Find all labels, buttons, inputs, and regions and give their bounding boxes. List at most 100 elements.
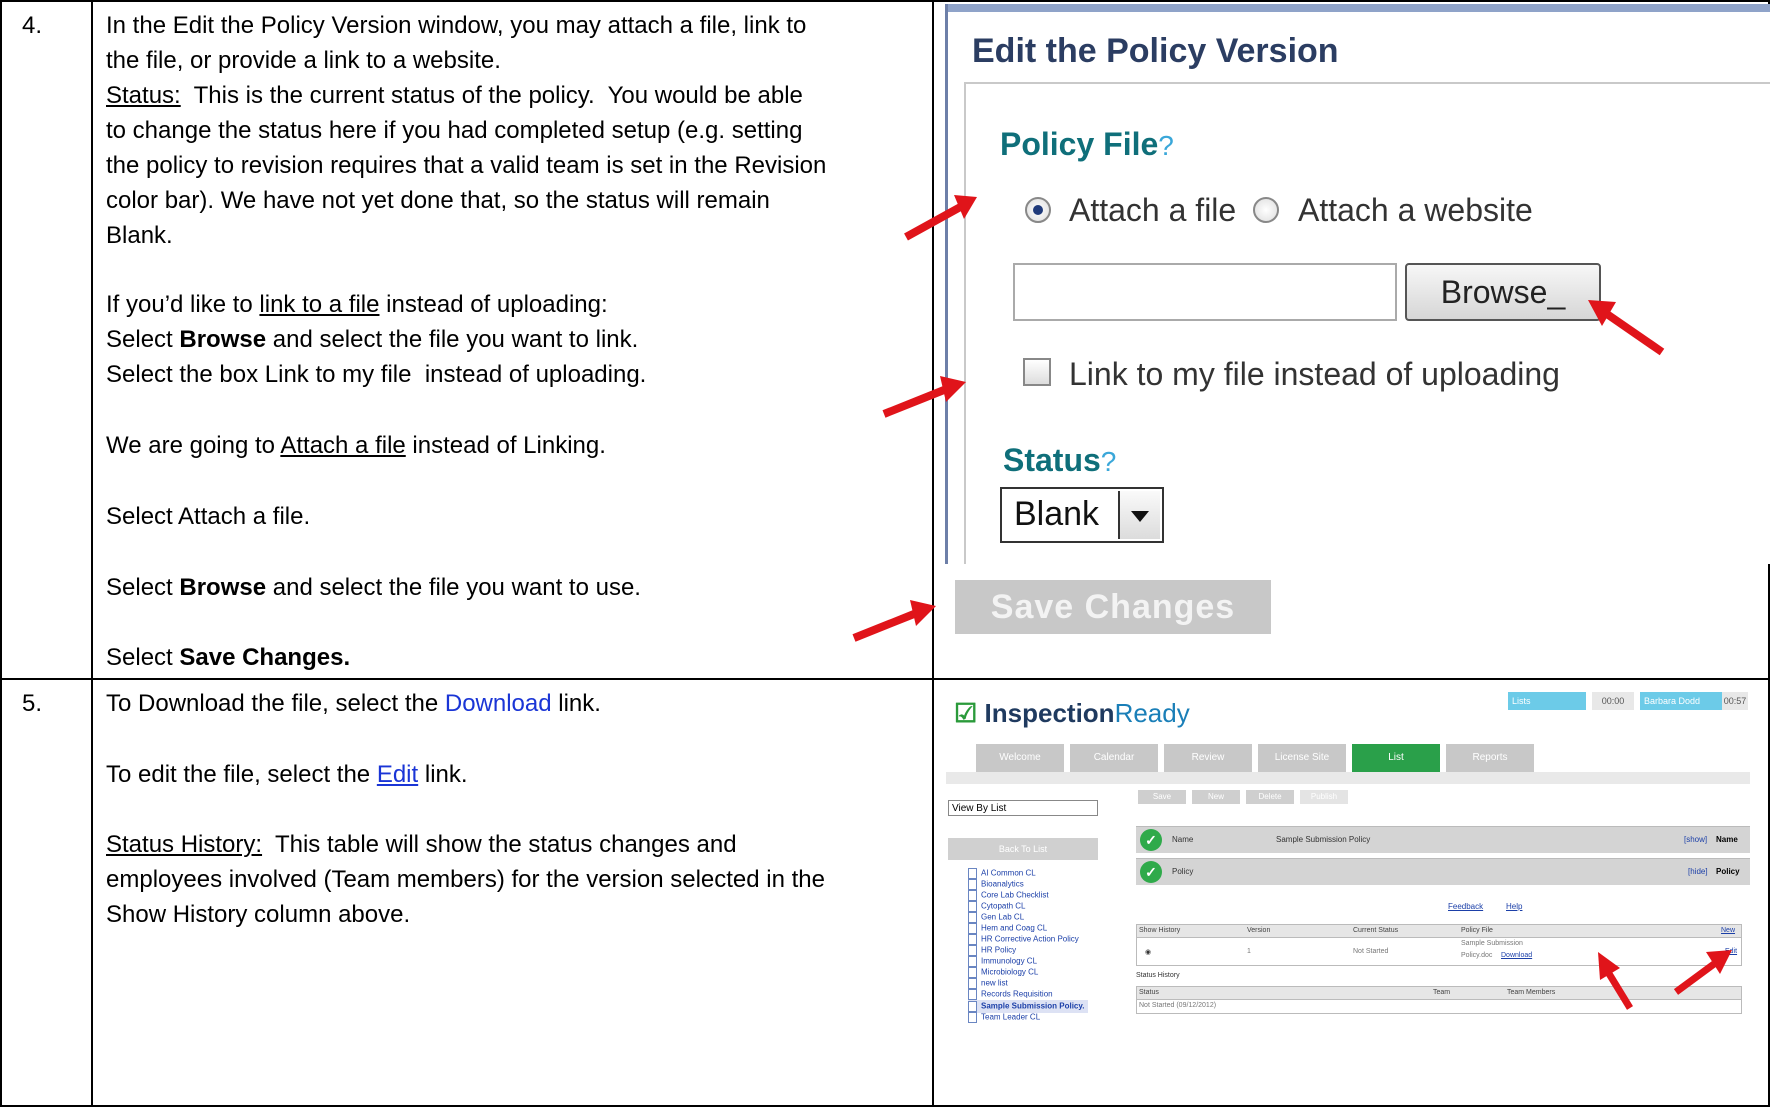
dialog-title: Edit the Policy Version xyxy=(972,32,1339,70)
sidebar-item-label: Team Leader CL xyxy=(981,1012,1041,1022)
policy-table-header: Show History Version Current Status Poli… xyxy=(1136,924,1742,938)
tab-list[interactable]: List xyxy=(1352,744,1440,772)
feedback-link[interactable]: Feedback xyxy=(1448,902,1483,911)
chevron-down-icon[interactable] xyxy=(1118,491,1160,539)
step-4-line-4: to change the status here if you had com… xyxy=(106,117,803,144)
attach-file-radio[interactable] xyxy=(1025,197,1051,223)
tab-reports[interactable]: Reports xyxy=(1446,744,1534,772)
l8-post: instead of uploading: xyxy=(379,291,608,318)
step-4-number-cell xyxy=(0,0,93,680)
sidebar-item[interactable]: Immunology CL xyxy=(968,956,1037,967)
time-box-1: 00:00 xyxy=(1592,692,1634,710)
new-link[interactable]: New xyxy=(1721,927,1735,934)
sidebar-item[interactable]: new list xyxy=(968,978,1008,989)
show-history-radio[interactable]: ◉ xyxy=(1145,948,1151,956)
sidebar-item[interactable]: Microbiology CL xyxy=(968,967,1038,978)
new-toolbar-button[interactable]: New xyxy=(1192,790,1240,804)
status-select-value: Blank xyxy=(1014,495,1100,533)
sidebar-item[interactable]: Records Requisition xyxy=(968,989,1053,1000)
sidebar-item[interactable]: HR Corrective Action Policy xyxy=(968,934,1079,945)
document-icon xyxy=(968,1012,977,1023)
step-5-line-2: To edit the file, select the Edit link. xyxy=(106,757,468,792)
tab-license-site[interactable]: License Site xyxy=(1258,744,1346,772)
logo-bold: Inspection xyxy=(984,698,1115,728)
sidebar-item[interactable]: Team Leader CL xyxy=(968,1012,1040,1023)
save-changes-button[interactable]: Save Changes xyxy=(955,580,1271,634)
l9-pre: Select xyxy=(106,326,180,353)
nav-underbar xyxy=(946,772,1750,784)
l11-pre: We are going to xyxy=(106,432,281,459)
sidebar-item[interactable]: HR Policy xyxy=(968,945,1016,956)
s5l1-post: link. xyxy=(551,690,601,717)
s5l1-pre: To Download the file, select the xyxy=(106,690,445,717)
l14-pre: Select xyxy=(106,644,180,671)
sidebar-item[interactable]: Core Lab Checklist xyxy=(968,890,1049,901)
tab-welcome[interactable]: Welcome xyxy=(976,744,1064,772)
sidebar-item-label: Gen Lab CL xyxy=(981,912,1025,922)
status-help-icon[interactable]: ? xyxy=(1101,446,1117,477)
policy-file-help-icon[interactable]: ? xyxy=(1158,130,1174,161)
step-4-number: 4. xyxy=(22,12,43,39)
save-toolbar-button[interactable]: Save xyxy=(1138,790,1186,804)
lists-box[interactable]: Lists xyxy=(1508,692,1586,710)
name-row[interactable]: ✓ Name Sample Submission Policy [show] N… xyxy=(1136,826,1750,853)
arrow-to-download-icon xyxy=(1598,952,1633,1010)
instruction-document: 4. In the Edit the Policy Version window… xyxy=(0,0,1772,1107)
col-version: Version xyxy=(1247,927,1271,934)
file-cell-line2: Policy.doc xyxy=(1461,952,1493,959)
attach-website-label[interactable]: Attach a website xyxy=(1298,192,1533,229)
document-icon xyxy=(968,1001,977,1012)
view-by-select[interactable]: View By List xyxy=(948,800,1098,816)
name-row-show-toggle[interactable]: [show] xyxy=(1684,835,1707,844)
sidebar-item-label: Immunology CL xyxy=(981,956,1038,966)
s5l2-pre: To edit the file, select the xyxy=(106,761,377,788)
name-row-label: Name xyxy=(1172,835,1194,844)
arrow-to-save-changes-icon xyxy=(852,600,936,642)
document-icon xyxy=(968,890,977,901)
download-link[interactable]: Download xyxy=(1501,952,1532,959)
attach-file-label[interactable]: Attach a file xyxy=(1069,192,1236,229)
l8-pre: If you’d like to xyxy=(106,291,260,318)
edit-link-text[interactable]: Edit xyxy=(377,761,418,788)
sidebar-item[interactable]: Cytopath CL xyxy=(968,901,1025,912)
publish-toolbar-button[interactable]: Publish xyxy=(1300,790,1348,804)
step-5-number-cell xyxy=(0,678,93,1107)
browse-button[interactable]: Browse_ xyxy=(1405,263,1601,321)
link-to-file-checkbox[interactable] xyxy=(1023,358,1051,386)
sidebar-item[interactable]: Bioanalytics xyxy=(968,879,1024,890)
sidebar-item-label: HR Policy xyxy=(981,945,1017,955)
policy-row-hide-toggle[interactable]: [hide] xyxy=(1688,867,1708,876)
col-team: Team xyxy=(1433,989,1451,996)
link-to-file-label[interactable]: Link to my file instead of uploading xyxy=(1069,356,1560,393)
back-to-list-button[interactable]: Back To List xyxy=(948,838,1098,860)
attach-website-radio[interactable] xyxy=(1253,197,1279,223)
check-icon: ✓ xyxy=(1140,829,1162,851)
document-icon xyxy=(968,901,977,912)
logo-rest: Ready xyxy=(1114,698,1190,728)
status-term: Status: xyxy=(106,82,181,109)
inspection-ready-logo: ☑ InspectionReady xyxy=(954,698,1190,729)
status-history-label: Status History xyxy=(1136,972,1180,979)
status-history-term: Status History: xyxy=(106,831,263,858)
tab-calendar[interactable]: Calendar xyxy=(1070,744,1158,772)
sidebar-item-label: Sample Submission Policy. xyxy=(981,1001,1085,1011)
sidebar-item[interactable]: Gen Lab CL xyxy=(968,912,1024,923)
file-path-input[interactable] xyxy=(1013,263,1397,321)
l9-post: and select the file you want to link. xyxy=(266,326,639,353)
step-4-line-11: We are going to Attach a file instead of… xyxy=(106,428,606,463)
policy-row[interactable]: ✓ Policy [hide] Policy xyxy=(1136,858,1750,885)
s5l2-post: link. xyxy=(418,761,468,788)
delete-toolbar-button[interactable]: Delete xyxy=(1246,790,1294,804)
sidebar-item[interactable]: Hem and Coag CL xyxy=(968,923,1047,934)
sidebar-item-label: new list xyxy=(981,978,1008,988)
status-select[interactable]: Blank xyxy=(1000,487,1164,543)
sidebar-item[interactable]: AI Common CL xyxy=(968,868,1036,879)
user-box[interactable]: Barbara Dodd xyxy=(1640,692,1722,710)
tab-review[interactable]: Review xyxy=(1164,744,1252,772)
step-4-line-12: Select Attach a file. xyxy=(106,503,311,530)
help-link[interactable]: Help xyxy=(1506,902,1522,911)
document-icon xyxy=(968,989,977,1000)
download-link-text[interactable]: Download xyxy=(445,690,552,717)
step-4-line-2: the file, or provide a link to a website… xyxy=(106,47,501,74)
step-5-line-5: Show History column above. xyxy=(106,901,411,928)
